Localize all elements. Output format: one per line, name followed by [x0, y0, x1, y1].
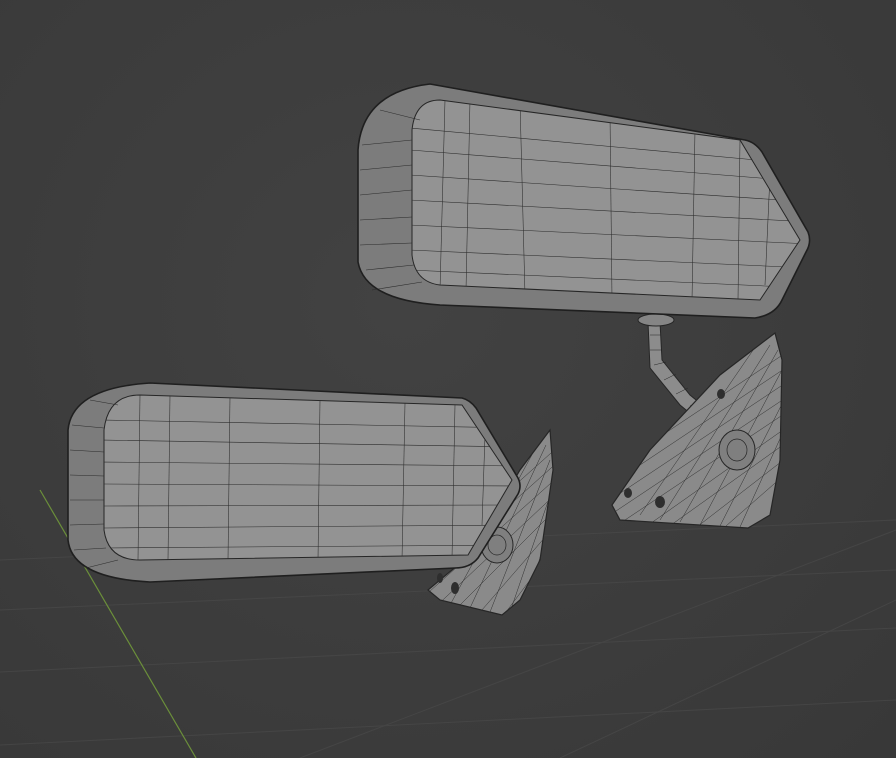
3d-viewport[interactable] — [0, 0, 896, 758]
mirror-glass — [103, 394, 513, 561]
screw-hole — [717, 389, 725, 399]
screw-hole — [624, 488, 632, 498]
viewport-canvas[interactable] — [0, 0, 896, 758]
mounting-bracket — [611, 331, 783, 529]
bracket-pivot — [718, 429, 756, 471]
screw-hole — [437, 573, 443, 583]
stalk-collar — [637, 313, 675, 327]
mirror-front[interactable] — [67, 382, 560, 620]
mirror-glass — [411, 99, 801, 301]
screw-hole — [655, 496, 665, 508]
screw-hole — [451, 582, 459, 594]
